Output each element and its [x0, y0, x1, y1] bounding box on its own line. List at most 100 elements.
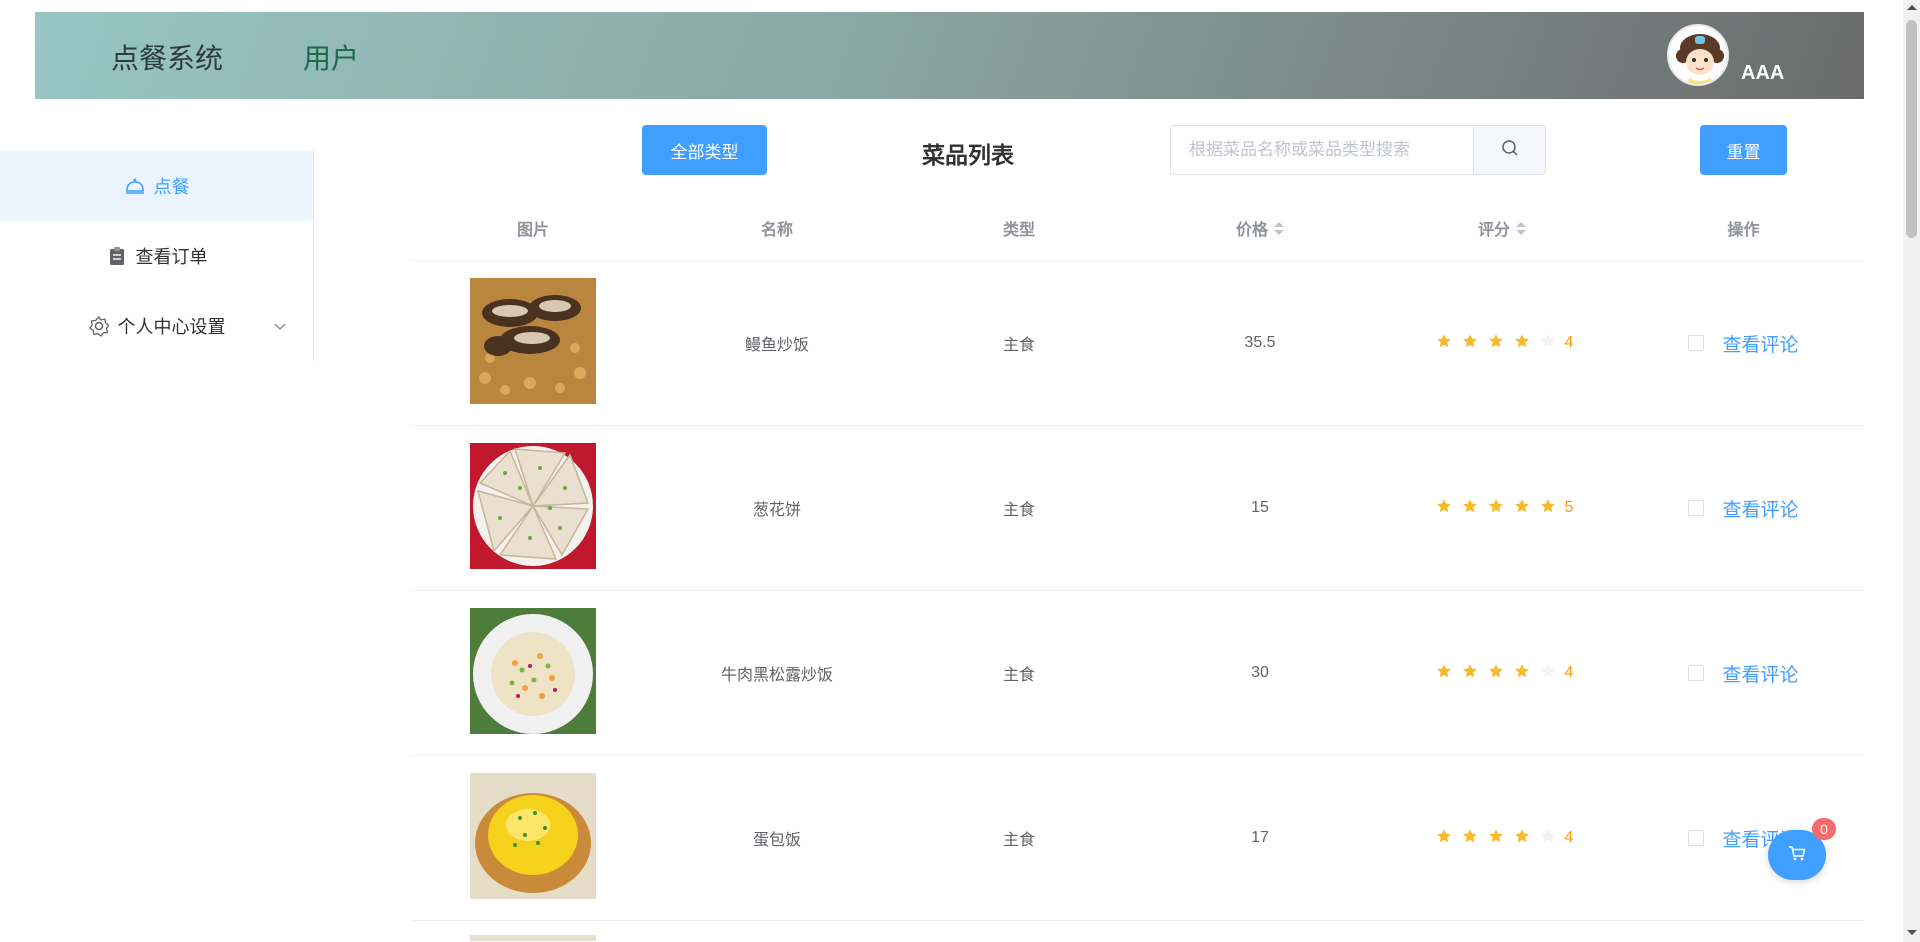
search-icon — [1501, 139, 1519, 162]
star-icon[interactable] — [1509, 498, 1535, 519]
action-cell: 查看评论 — [1623, 660, 1864, 687]
rating-cell: 5 — [1381, 498, 1623, 519]
star-icon[interactable] — [1457, 333, 1483, 354]
star-icon[interactable] — [1509, 333, 1535, 354]
dish-name: 葱花饼 — [752, 502, 801, 519]
sidebar-item-order[interactable]: 点餐 — [0, 151, 313, 221]
scroll-down-arrow[interactable] — [1907, 930, 1917, 935]
star-icon[interactable] — [1431, 498, 1457, 519]
top-header: 点餐系统 用户 AAA — [35, 12, 1864, 99]
star-icon[interactable] — [1535, 498, 1561, 519]
table-row-partial — [411, 921, 1864, 941]
table-row: 葱花饼 主食 15 5 查看评论 — [411, 426, 1864, 591]
username: AAA — [1741, 62, 1785, 84]
star-icon[interactable] — [1431, 333, 1457, 354]
column-header-price[interactable]: 价格 — [1139, 216, 1381, 240]
column-header-name: 名称 — [760, 222, 793, 239]
star-icon[interactable] — [1535, 828, 1561, 849]
dish-name: 牛肉黑松露炒饭 — [720, 667, 833, 684]
dish-table: 图片 名称 类型 价格 评分 操作 鳗鱼炒饭 主食 35.5 4 查看评论 葱花饼 主食 15… — [411, 196, 1864, 941]
star-icon[interactable] — [1431, 828, 1457, 849]
sidebar-item-orders[interactable]: 查看订单 — [0, 221, 313, 291]
action-cell: 查看评论 — [1623, 495, 1864, 522]
dish-image-cell — [411, 442, 655, 574]
rating-cell: 4 — [1381, 333, 1623, 354]
dish-image-cell — [411, 772, 655, 904]
select-checkbox[interactable] — [1688, 830, 1705, 846]
sidebar-menu: 点餐 查看订单 个人中心设置 — [0, 151, 314, 361]
table-row: 牛肉黑松露炒饭 主食 30 4 查看评论 — [411, 591, 1864, 756]
column-header-rating[interactable]: 评分 — [1381, 216, 1623, 240]
rating-stars[interactable]: 4 — [1431, 333, 1574, 354]
dish-image-cell — [411, 607, 655, 739]
star-icon[interactable] — [1535, 663, 1561, 684]
sort-icon[interactable] — [1274, 221, 1284, 235]
table-row: 鳗鱼炒饭 主食 35.5 4 查看评论 — [411, 261, 1864, 426]
star-icon[interactable] — [1509, 663, 1535, 684]
dish-image — [470, 607, 596, 739]
dish-price: 35.5 — [1244, 334, 1276, 351]
select-checkbox[interactable] — [1688, 500, 1705, 516]
scroll-up-arrow[interactable] — [1907, 5, 1917, 10]
page-scrollbar[interactable] — [1903, 0, 1920, 942]
star-icon[interactable] — [1431, 663, 1457, 684]
select-checkbox[interactable] — [1688, 335, 1705, 351]
rating-score: 4 — [1564, 334, 1574, 351]
sidebar-item-label: 个人中心设置 — [117, 317, 226, 337]
dish-type: 主食 — [1002, 502, 1035, 519]
sort-icon[interactable] — [1516, 221, 1526, 235]
brand-title: 点餐系统 — [111, 43, 224, 74]
type-filter-button[interactable]: 全部类型 — [642, 125, 767, 175]
view-comments-link[interactable]: 查看评论 — [1722, 495, 1798, 522]
rating-cell: 4 — [1381, 663, 1623, 684]
gear-icon — [88, 315, 110, 337]
star-icon[interactable] — [1457, 828, 1483, 849]
dish-name: 鳗鱼炒饭 — [744, 337, 809, 354]
rating-score: 4 — [1564, 664, 1574, 681]
clipboard-icon — [106, 245, 128, 267]
sidebar-item-personal-settings[interactable]: 个人中心设置 — [0, 291, 313, 361]
search-input[interactable] — [1171, 126, 1473, 174]
dish-type: 主食 — [1002, 667, 1035, 684]
bell-dish-icon — [124, 175, 146, 197]
reset-button[interactable]: 重置 — [1700, 125, 1787, 175]
star-icon[interactable] — [1483, 333, 1509, 354]
column-header-label: 评分 — [1477, 222, 1510, 239]
dish-image — [470, 772, 596, 904]
dish-image-cell — [411, 277, 655, 409]
sidebar-item-label: 点餐 — [153, 177, 190, 197]
star-icon[interactable] — [1509, 828, 1535, 849]
rating-score: 5 — [1564, 499, 1574, 516]
rating-stars[interactable]: 4 — [1431, 663, 1574, 684]
dish-image — [470, 442, 596, 574]
dish-image — [470, 277, 596, 409]
table-header: 图片 名称 类型 价格 评分 操作 — [411, 196, 1864, 261]
dish-price: 30 — [1251, 664, 1269, 681]
star-icon[interactable] — [1483, 828, 1509, 849]
avatar[interactable] — [1667, 24, 1729, 86]
dish-type: 主食 — [1002, 337, 1035, 354]
star-icon[interactable] — [1457, 663, 1483, 684]
rating-stars[interactable]: 4 — [1431, 828, 1573, 849]
action-cell: 查看评论 — [1623, 330, 1864, 357]
dish-image — [470, 935, 596, 941]
cart-icon — [1787, 843, 1807, 868]
column-header-type: 类型 — [1002, 222, 1035, 239]
view-comments-link[interactable]: 查看评论 — [1722, 330, 1798, 357]
scroll-thumb[interactable] — [1906, 20, 1917, 238]
rating-stars[interactable]: 5 — [1431, 498, 1574, 519]
search-button[interactable] — [1473, 126, 1545, 174]
dish-price: 15 — [1251, 499, 1269, 516]
star-icon[interactable] — [1483, 663, 1509, 684]
table-row: 蛋包饭 主食 17 4 查看评论 — [411, 756, 1864, 921]
view-comments-link[interactable]: 查看评论 — [1722, 660, 1798, 687]
dish-name: 蛋包饭 — [752, 832, 801, 849]
column-header-image: 图片 — [516, 222, 549, 239]
star-icon[interactable] — [1483, 498, 1509, 519]
dish-price: 17 — [1251, 829, 1269, 846]
sidebar-item-label: 查看订单 — [135, 247, 208, 267]
star-icon[interactable] — [1535, 333, 1561, 354]
column-header-label: 价格 — [1235, 222, 1268, 239]
star-icon[interactable] — [1457, 498, 1483, 519]
select-checkbox[interactable] — [1688, 665, 1705, 681]
